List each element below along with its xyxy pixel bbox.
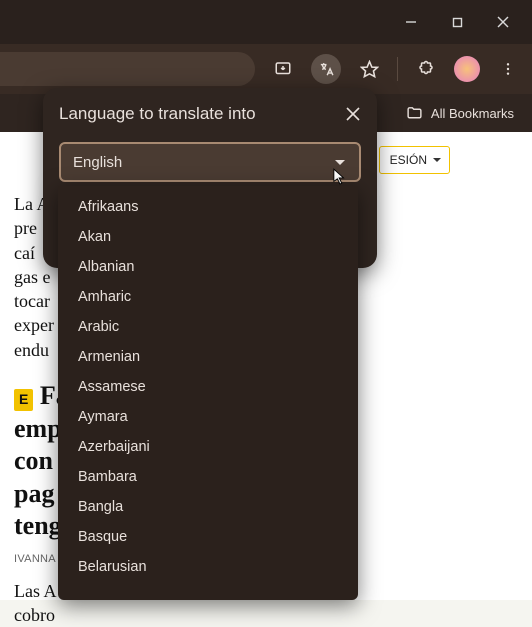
all-bookmarks-button[interactable]: All Bookmarks	[406, 105, 514, 122]
window-close-button[interactable]	[480, 0, 526, 44]
star-icon	[360, 60, 379, 79]
language-option[interactable]: Afrikaans	[58, 192, 358, 222]
close-icon	[497, 16, 509, 28]
translate-popup-close-button[interactable]	[339, 100, 367, 128]
session-button-label: ESIÓN	[390, 153, 427, 167]
all-bookmarks-label: All Bookmarks	[431, 106, 514, 121]
translate-icon	[318, 61, 335, 78]
session-button[interactable]: ESIÓN	[379, 146, 450, 174]
browser-toolbar	[0, 44, 532, 94]
language-option[interactable]: Basque	[58, 522, 358, 552]
language-select-value: English	[73, 154, 122, 171]
install-app-button[interactable]	[269, 55, 297, 83]
language-option[interactable]: Bangla	[58, 492, 358, 522]
window-maximize-button[interactable]	[434, 0, 480, 44]
profile-avatar[interactable]	[454, 56, 480, 82]
language-option[interactable]: Azerbaijani	[58, 432, 358, 462]
cursor-icon	[333, 168, 347, 186]
language-option[interactable]: Amharic	[58, 282, 358, 312]
close-icon	[346, 107, 360, 121]
folder-icon	[406, 105, 423, 122]
window-titlebar	[0, 0, 532, 44]
language-option[interactable]: Arabic	[58, 312, 358, 342]
language-select[interactable]: English	[59, 142, 361, 182]
install-icon	[274, 60, 292, 78]
omnibox[interactable]	[0, 52, 255, 86]
minimize-icon	[405, 16, 417, 28]
translate-button[interactable]	[311, 54, 341, 84]
kebab-icon	[500, 61, 516, 77]
puzzle-icon	[417, 60, 435, 78]
browser-menu-button[interactable]	[494, 55, 522, 83]
exclusive-badge: E	[14, 389, 33, 411]
extensions-button[interactable]	[412, 55, 440, 83]
language-option[interactable]: Belarusian	[58, 552, 358, 582]
language-option[interactable]: Aymara	[58, 402, 358, 432]
translate-popup-title: Language to translate into	[59, 104, 361, 124]
language-option[interactable]: Armenian	[58, 342, 358, 372]
language-option[interactable]: Albanian	[58, 252, 358, 282]
language-option[interactable]: Assamese	[58, 372, 358, 402]
toolbar-divider	[397, 57, 398, 81]
language-option[interactable]: Bambara	[58, 462, 358, 492]
bookmark-star-button[interactable]	[355, 55, 383, 83]
language-dropdown-list[interactable]: AfrikaansAkanAlbanianAmharicArabicArmeni…	[58, 186, 358, 600]
headline-fragment-2: emp con pag teng	[14, 414, 62, 541]
language-option[interactable]: Akan	[58, 222, 358, 252]
maximize-icon	[452, 17, 463, 28]
window-minimize-button[interactable]	[388, 0, 434, 44]
